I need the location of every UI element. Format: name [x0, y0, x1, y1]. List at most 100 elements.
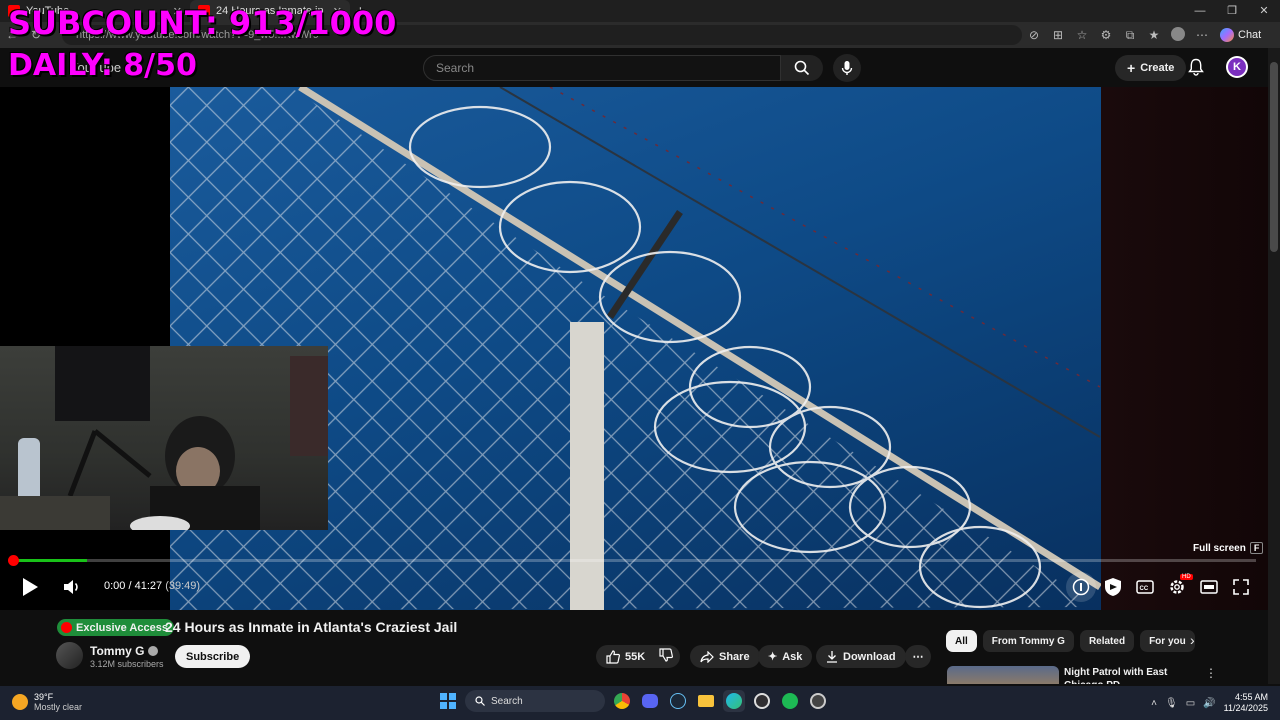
- volume-button[interactable]: [60, 577, 84, 597]
- chip-related[interactable]: Related: [1079, 630, 1135, 652]
- badge-label: Exclusive Access: [76, 621, 168, 634]
- chat-label: Chat: [1238, 29, 1262, 41]
- chip-all[interactable]: All: [946, 630, 977, 652]
- recorder-icon[interactable]: [807, 690, 829, 712]
- microphone-icon[interactable]: 🎙: [1165, 698, 1178, 709]
- taskbar-apps: Search: [437, 690, 829, 712]
- network-icon[interactable]: ▭: [1186, 698, 1195, 709]
- bell-icon: [1188, 58, 1204, 76]
- scrubber-handle[interactable]: [8, 555, 19, 566]
- channel-avatar[interactable]: [56, 642, 83, 669]
- profile-icon[interactable]: [1166, 26, 1190, 44]
- plus-icon: +: [1127, 60, 1136, 76]
- verified-check-icon: [148, 646, 159, 656]
- chrome-icon[interactable]: [611, 690, 633, 712]
- taskbar-search[interactable]: Search: [465, 690, 605, 712]
- captions-button[interactable]: CC: [1132, 574, 1158, 600]
- current-time: 0:00: [104, 580, 126, 592]
- windows-taskbar: 39°F Mostly clear Search ˄ 🎙 ▭ 🔊 4:55 AM…: [0, 686, 1280, 720]
- subscribe-button[interactable]: Subscribe: [175, 645, 251, 668]
- recommendation-thumbnail[interactable]: [947, 666, 1059, 684]
- download-button[interactable]: Download: [816, 645, 906, 668]
- play-button[interactable]: [18, 575, 42, 599]
- discord-icon[interactable]: [639, 690, 661, 712]
- more-vertical-icon[interactable]: ⋮: [1205, 666, 1217, 680]
- share-label: Share: [719, 650, 750, 663]
- start-icon[interactable]: [437, 690, 459, 712]
- obs-icon[interactable]: [751, 690, 773, 712]
- weather-temp: 39°F: [34, 692, 54, 702]
- file-explorer-icon[interactable]: [695, 690, 717, 712]
- dislike-button[interactable]: [659, 648, 674, 665]
- chip-for-you[interactable]: For you: [1140, 630, 1195, 652]
- copilot-chat-button[interactable]: Chat: [1220, 28, 1261, 42]
- sponsorblock-button[interactable]: [1100, 574, 1126, 600]
- ask-button[interactable]: ✦ Ask: [758, 645, 813, 668]
- daily-overlay: DAILY: 8/50: [8, 48, 197, 83]
- page-scrollbar[interactable]: [1268, 48, 1280, 684]
- scrollbar-thumb[interactable]: [1270, 62, 1278, 252]
- close-window-icon[interactable]: ✕: [1248, 0, 1280, 22]
- chevron-right-icon[interactable]: ›: [1190, 632, 1195, 648]
- weather-desc: Mostly clear: [34, 702, 83, 712]
- apps-icon[interactable]: ⊞: [1046, 28, 1070, 42]
- extensions-icon[interactable]: ⚙: [1094, 28, 1118, 42]
- theater-mode-button[interactable]: [1196, 574, 1222, 600]
- video-info-section: Exclusive Access 24 Hours as Inmate in A…: [0, 610, 1268, 684]
- clock[interactable]: 4:55 AM 11/24/2025: [1224, 692, 1268, 714]
- fullscreen-button[interactable]: [1228, 574, 1254, 600]
- search-icon: [475, 696, 485, 706]
- channel-name[interactable]: Tommy G: [90, 644, 159, 658]
- webcam-overlay: [0, 346, 328, 530]
- remaining-time: (39:49): [165, 580, 201, 592]
- right-letterbox: [1101, 87, 1268, 610]
- progress-bar[interactable]: [8, 555, 1256, 566]
- exclusive-access-badge[interactable]: Exclusive Access: [57, 619, 174, 636]
- spotify-icon[interactable]: [779, 690, 801, 712]
- create-label: Create: [1140, 62, 1175, 74]
- favorite-star-icon[interactable]: ☆: [1070, 28, 1094, 42]
- create-button[interactable]: + Create: [1115, 55, 1187, 81]
- system-tray: ˄ 🎙 ▭ 🔊 4:55 AM 11/24/2025: [1151, 692, 1268, 714]
- more-horizontal-icon: ⋯: [912, 651, 924, 663]
- collections-icon[interactable]: ★: [1142, 28, 1166, 42]
- ask-label: Ask: [782, 650, 803, 663]
- search-input[interactable]: Search: [423, 55, 781, 81]
- thumbs-up-icon: [606, 649, 620, 664]
- fullscreen-shortcut-key: F: [1249, 542, 1264, 554]
- channel-name-label: Tommy G: [90, 644, 145, 658]
- split-screen-icon[interactable]: ⧉: [1118, 28, 1142, 43]
- volume-icon: [64, 580, 78, 594]
- clock-date: 11/24/2025: [1223, 703, 1268, 713]
- voice-search-button[interactable]: [833, 54, 861, 82]
- svg-text:CC: CC: [1140, 586, 1149, 592]
- minimize-icon[interactable]: —: [1184, 0, 1216, 22]
- fullscreen-tooltip: Full screen F: [1193, 542, 1264, 554]
- window-controls: — ❐ ✕: [1184, 0, 1280, 22]
- extension-info-button[interactable]: [1066, 572, 1096, 602]
- theater-icon: [1200, 580, 1218, 594]
- more-actions-button[interactable]: ⋯: [905, 645, 931, 668]
- translate-icon[interactable]: ⊘: [1022, 28, 1046, 42]
- restore-icon[interactable]: ❐: [1216, 0, 1248, 22]
- weather-widget[interactable]: 39°F Mostly clear: [12, 692, 82, 712]
- user-avatar[interactable]: K: [1226, 56, 1248, 78]
- time-display: 0:00 / 41:27 (39:49): [104, 580, 201, 592]
- gear-icon: [1170, 580, 1184, 594]
- settings-button[interactable]: HD: [1164, 574, 1193, 600]
- like-button[interactable]: 55K: [606, 649, 645, 664]
- microphone-icon: [841, 61, 853, 75]
- info-shield-icon: [1072, 578, 1090, 596]
- chevron-up-icon[interactable]: ˄: [1151, 698, 1157, 709]
- more-icon[interactable]: ⋯: [1190, 28, 1214, 42]
- recommendation-title[interactable]: Night Patrol with East Chicago PD: [1064, 666, 1194, 684]
- search-button[interactable]: [781, 55, 823, 81]
- chip-from-channel[interactable]: From Tommy G: [982, 630, 1074, 652]
- sparkle-icon: ✦: [768, 651, 778, 663]
- notifications-button[interactable]: [1188, 58, 1204, 81]
- video-player[interactable]: Full screen F 0:00 / 41:27 (39:49) CC HD: [0, 87, 1268, 610]
- steam-icon[interactable]: [667, 690, 689, 712]
- speaker-icon[interactable]: 🔊: [1203, 698, 1215, 709]
- share-button[interactable]: Share: [690, 645, 760, 668]
- edge-icon[interactable]: [723, 690, 745, 712]
